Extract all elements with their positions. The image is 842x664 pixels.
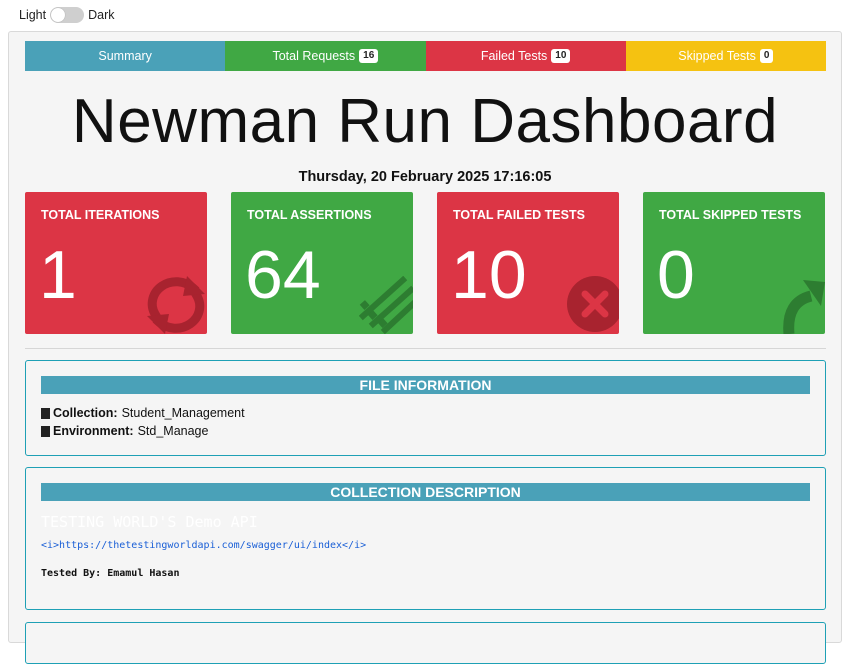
run-date: Thursday, 20 February 2025 17:16:05 (298, 169, 552, 185)
tab-bar: Summary Total Requests 16 Failed Tests 1… (25, 41, 826, 71)
card-label: TOTAL SKIPPED TESTS (659, 208, 802, 222)
tab-failed-tests-label: Failed Tests (480, 49, 548, 63)
theme-toggle: Light Dark (19, 6, 115, 24)
light-label: Light (19, 8, 47, 22)
card-value: 0 (657, 237, 695, 313)
card-value: 10 (451, 237, 527, 313)
tested-by: Tested By: Emamul Hasan (41, 568, 180, 579)
environment-label: Environment: (53, 424, 134, 438)
collection-description-heading: COLLECTION DESCRIPTION (41, 483, 810, 501)
card-total-skipped-tests: TOTAL SKIPPED TESTS 0 (643, 192, 825, 334)
tab-total-requests-label: Total Requests (272, 49, 356, 63)
card-value: 1 (39, 237, 77, 313)
tab-summary[interactable]: Summary (25, 41, 226, 71)
total-requests-badge: 16 (359, 49, 379, 63)
collection-row: Collection: Student_Management (41, 406, 245, 420)
theme-switch[interactable] (50, 7, 85, 23)
tab-summary-label: Summary (98, 49, 152, 63)
dashboard-container: Summary Total Requests 16 Failed Tests 1… (8, 31, 842, 664)
next-panel (25, 622, 826, 664)
card-label: TOTAL FAILED TESTS (453, 208, 585, 222)
api-title: TESTING WORLD'S Demo API (41, 513, 258, 531)
section-divider (25, 348, 826, 349)
tab-failed-tests[interactable]: Failed Tests 10 (425, 41, 626, 71)
tab-total-requests[interactable]: Total Requests 16 (225, 41, 426, 71)
card-total-failed-tests: TOTAL FAILED TESTS 10 (437, 192, 619, 334)
skipped-tests-badge: 0 (759, 49, 774, 63)
sync-icon (147, 276, 205, 334)
environment-row: Environment: Std_Manage (41, 424, 208, 438)
environment-value: Std_Manage (137, 424, 209, 438)
file-code-icon (41, 425, 50, 437)
card-value: 64 (245, 237, 321, 313)
card-label: TOTAL ITERATIONS (41, 208, 160, 222)
failed-tests-badge: 10 (551, 49, 571, 63)
file-information-panel: FILE INFORMATION Collection: Student_Man… (25, 360, 826, 456)
switch-knob (51, 8, 66, 22)
dark-label: Dark (88, 8, 115, 22)
tab-skipped-tests-label: Skipped Tests (678, 49, 756, 63)
file-information-heading: FILE INFORMATION (41, 376, 810, 394)
collection-value: Student_Management (121, 406, 245, 420)
list-check-icon (359, 276, 413, 334)
page-title: Newman Run Dashboard (71, 87, 779, 156)
times-circle-icon (567, 276, 619, 332)
collection-label: Collection: (53, 406, 118, 420)
card-total-iterations: TOTAL ITERATIONS 1 (25, 192, 207, 334)
swagger-link[interactable]: <i>https://thetestingworldapi.com/swagge… (41, 540, 366, 551)
tab-skipped-tests[interactable]: Skipped Tests 0 (625, 41, 826, 71)
collection-description-panel: COLLECTION DESCRIPTION TESTING WORLD'S D… (25, 467, 826, 610)
card-label: TOTAL ASSERTIONS (247, 208, 372, 222)
share-arrow-icon (783, 280, 825, 334)
file-code-icon (41, 407, 50, 419)
card-total-assertions: TOTAL ASSERTIONS 64 (231, 192, 413, 334)
